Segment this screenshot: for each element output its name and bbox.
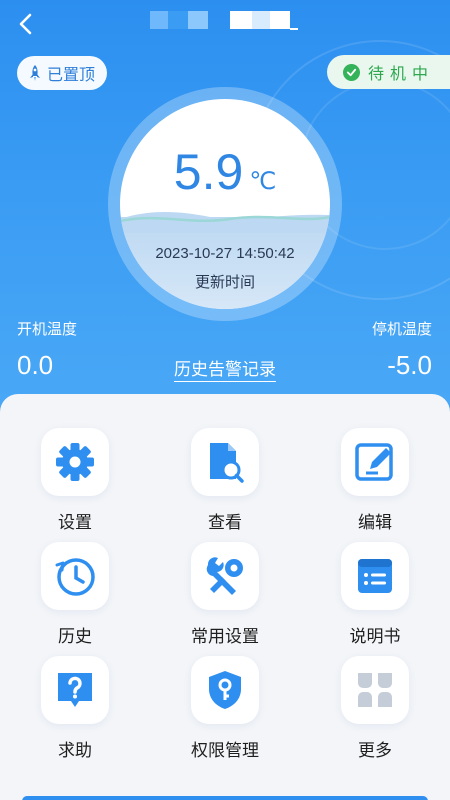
document-search-icon [210,443,244,483]
menu-item-manual[interactable]: 说明书 [300,542,450,652]
back-button[interactable] [10,8,42,40]
temperature-value: 5.9 [173,144,244,200]
menu-item-help[interactable]: 求助 [0,656,150,766]
check-circle-icon [342,63,360,81]
status-label: 待机中 [367,64,434,83]
help-icon [58,673,92,707]
menu-item-permissions[interactable]: 权限管理 [150,656,300,766]
function-panel: 设置 查看 编辑 历史 常用设置 说明书 求助 权限管理 更多 [0,394,450,800]
gauge-wave [120,212,330,233]
clock-icon [55,558,95,596]
manual-icon [358,559,392,593]
menu-item-edit[interactable]: 编辑 [300,428,450,538]
menu-item-common-settings[interactable]: 常用设置 [150,542,300,652]
menu-label: 查看 [208,513,242,533]
more-grid-icon [358,673,392,707]
history-alarm-link-row: 历史告警记录 [0,355,450,382]
pinned-label: 已置顶 [47,65,96,84]
stop-temp-label: 停机温度 [371,320,432,338]
gear-icon [56,443,94,481]
updated-timestamp: 2023-10-27 14:50:42 [155,245,295,262]
edit-icon [355,443,393,481]
menu-label: 更多 [358,741,392,761]
bottom-action-bar[interactable] [22,796,428,800]
menu-label: 常用设置 [191,627,259,647]
start-temp-label: 开机温度 [17,320,78,338]
tools-icon [206,557,243,595]
menu-label: 编辑 [358,513,392,533]
temperature-gauge: 5.9 ℃ 2023-10-27 14:50:42 更新时间 [120,99,330,309]
menu-label: 历史 [58,627,92,647]
key-shield-icon [209,671,241,709]
rocket-icon [30,65,40,81]
menu-item-more[interactable]: 更多 [300,656,450,766]
temperature-readout: 5.9 ℃ [120,143,330,201]
chevron-left-icon [19,13,32,35]
menu-item-history[interactable]: 历史 [0,542,150,652]
history-alarm-link[interactable]: 历史告警记录 [174,360,276,382]
menu-item-view[interactable]: 查看 [150,428,300,538]
pinned-badge[interactable]: 已置顶 [17,56,108,90]
menu-item-settings[interactable]: 设置 [0,428,150,538]
status-badge: 待机中 [327,55,450,89]
menu-label: 说明书 [349,627,401,647]
temperature-unit: ℃ [249,167,277,195]
menu-label: 设置 [58,513,92,533]
updated-label: 更新时间 [194,273,255,291]
menu-label: 求助 [58,741,92,761]
menu-label: 权限管理 [191,741,259,761]
